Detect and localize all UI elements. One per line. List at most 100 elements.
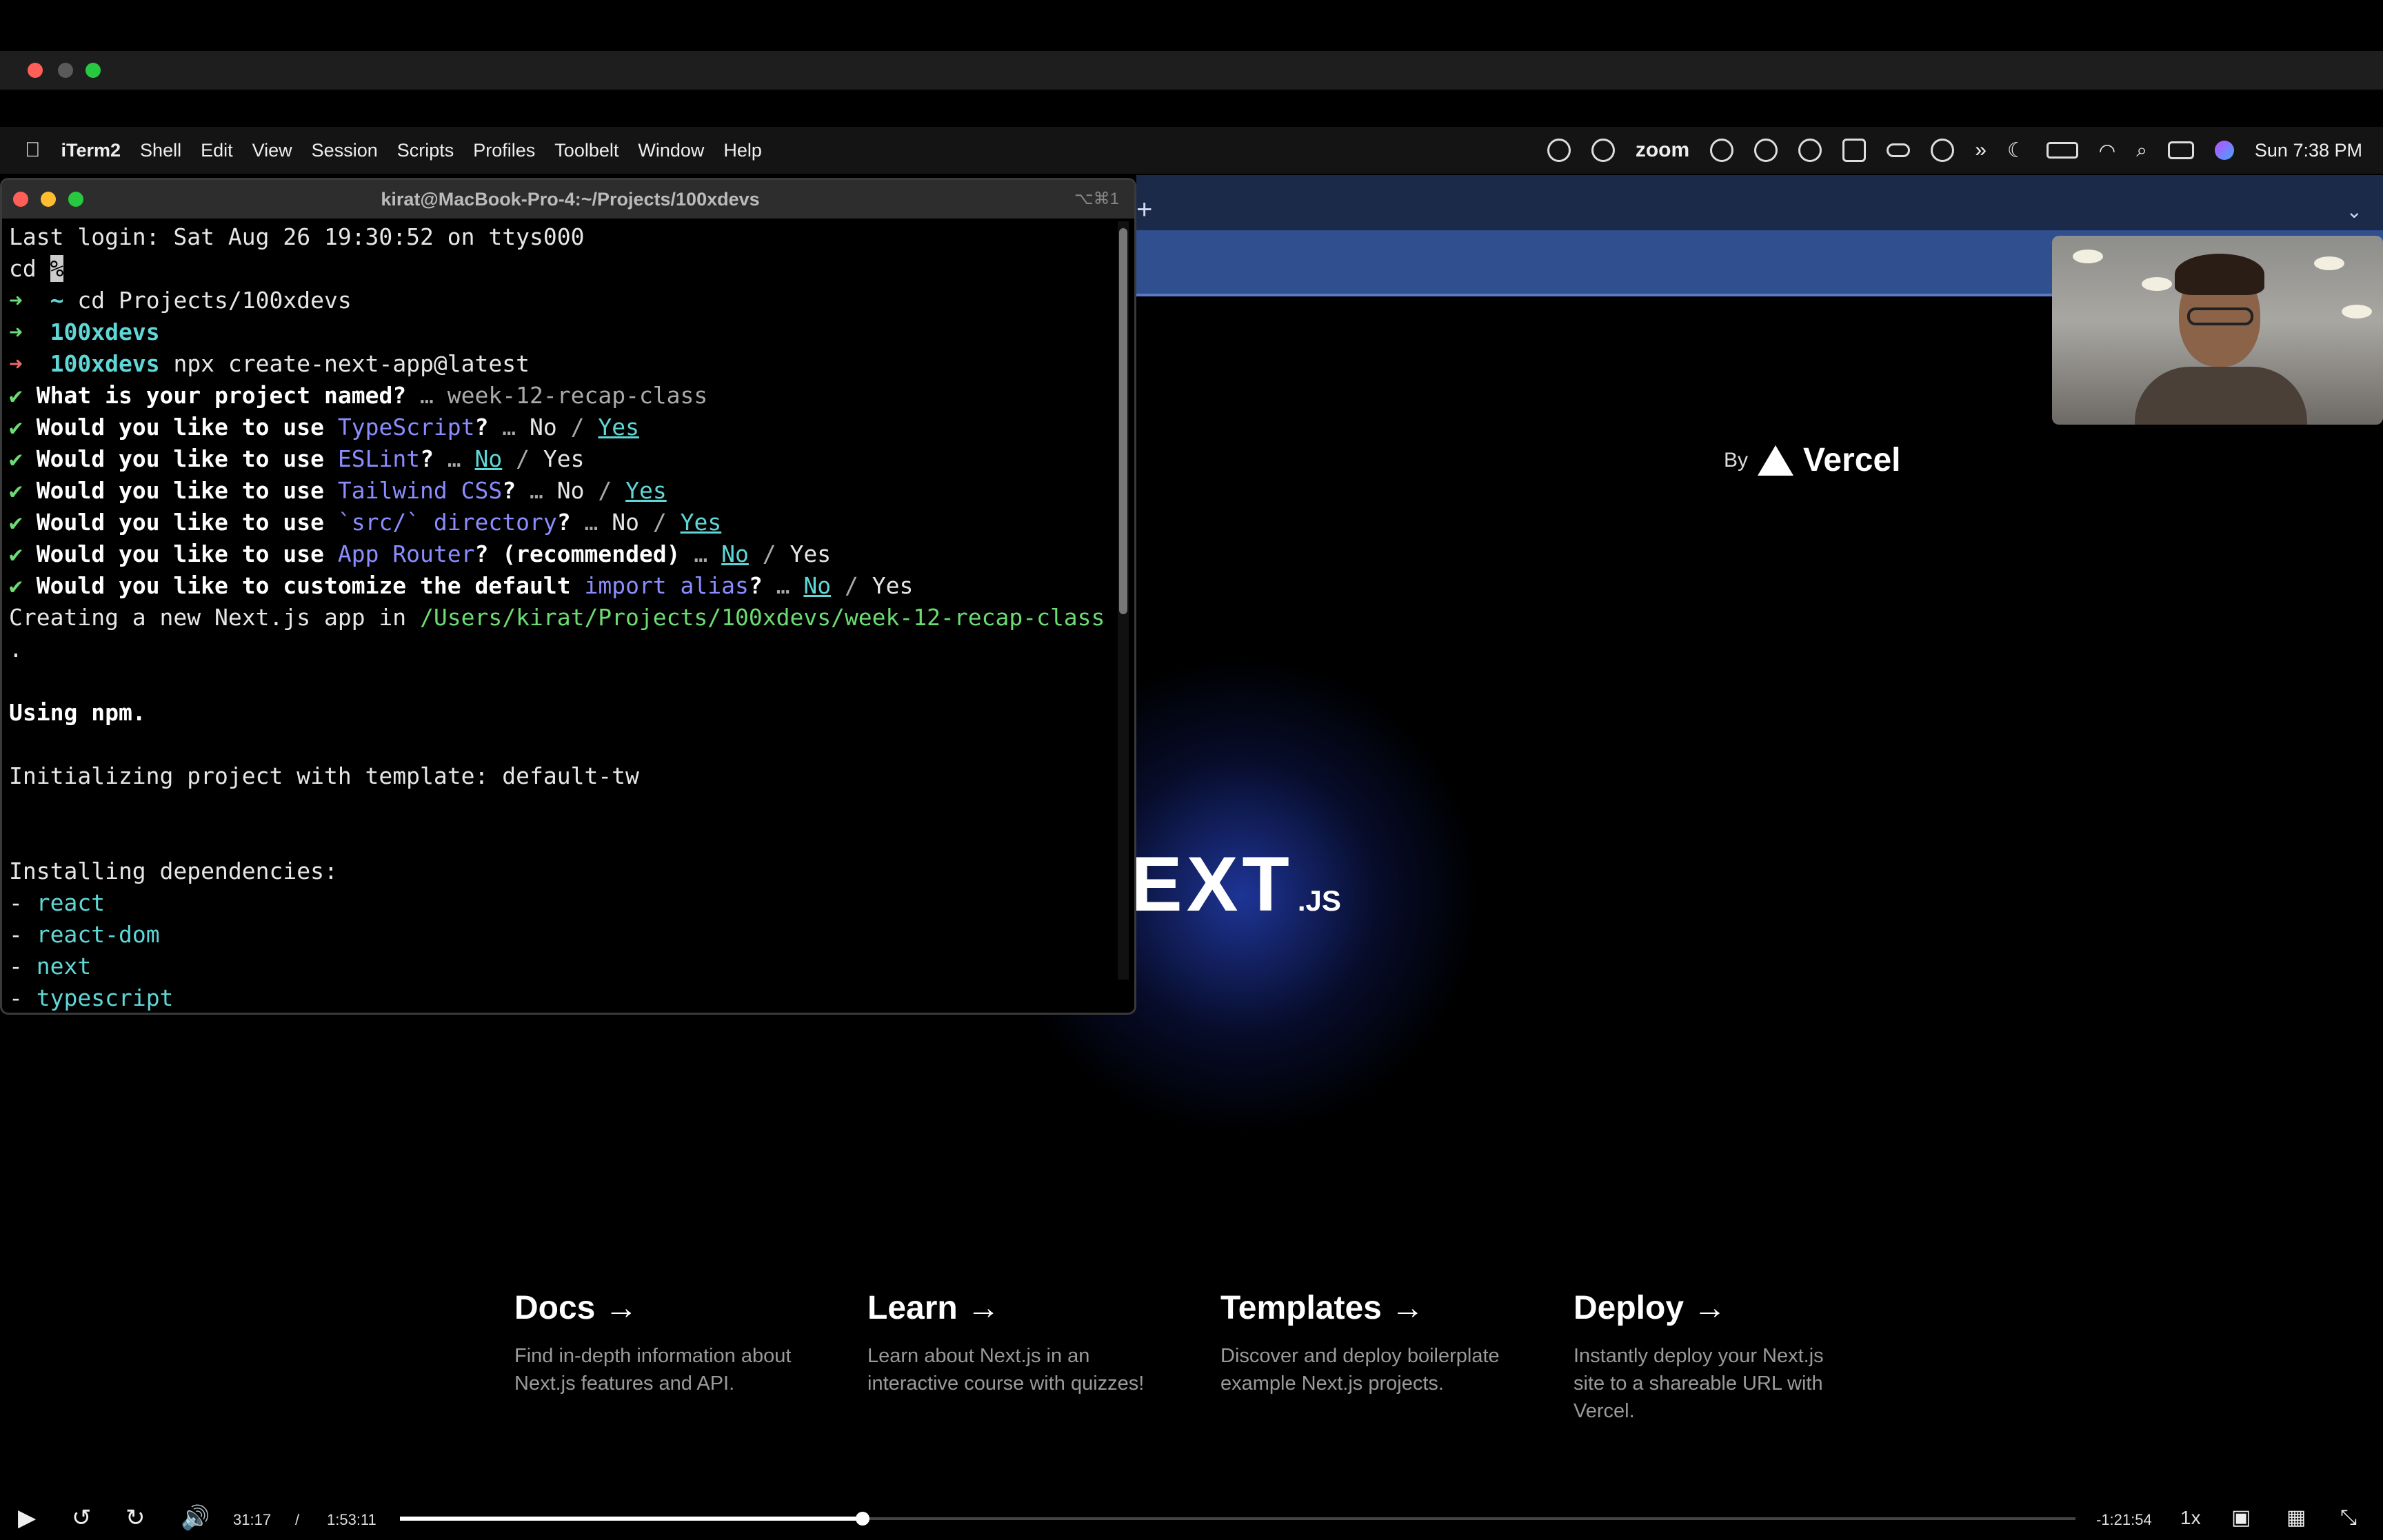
rewind-icon[interactable]: ↺ [72, 1506, 92, 1530]
zoom-status-label[interactable]: zoom [1636, 139, 1689, 162]
terminal-line: . [9, 636, 23, 662]
macos-menubar:  iTerm2 Shell Edit View Session Scripts… [0, 127, 2383, 174]
terminal-line: ✔ Would you like to use Tailwind CSS? … … [9, 477, 667, 504]
menu-view[interactable]: View [252, 140, 292, 161]
terminal-line: - next [9, 953, 92, 980]
menu-edit[interactable]: Edit [201, 140, 233, 161]
card-learn[interactable]: Learn → Learn about Next.js in an intera… [867, 1289, 1164, 1397]
vercel-label: Vercel [1803, 442, 1901, 478]
grid-icon[interactable] [1842, 139, 1867, 162]
terminal-line: ➜ 100xdevs npx create-next-app@latest [9, 350, 530, 377]
menu-shell[interactable]: Shell [140, 140, 181, 161]
vercel-logo-icon [1758, 445, 1794, 476]
terminal-line: ✔ Would you like to customize the defaul… [9, 572, 914, 599]
card-description: Learn about Next.js in an interactive co… [867, 1345, 1145, 1395]
new-tab-button[interactable]: + [1136, 194, 1152, 225]
terminal-line: ✔ Would you like to use ESLint? … No / Y… [9, 445, 585, 472]
by-label: By [1724, 448, 1749, 472]
terminal-cursor: % [50, 255, 64, 282]
by-vercel-link[interactable]: By Vercel [1724, 441, 1900, 479]
screen-record-icon[interactable] [1547, 139, 1571, 162]
playback-speed[interactable]: 1x [2180, 1507, 2201, 1529]
card-templates[interactable]: Templates → Discover and deploy boilerpl… [1220, 1289, 1517, 1397]
terminal-line: - typescript [9, 984, 174, 1011]
iterm-shortcut: ⌥⌘1 [1074, 190, 1119, 208]
terminal-line: ➜ 100xdevs [9, 318, 160, 345]
menubar-clock[interactable]: Sun 7:38 PM [2255, 140, 2362, 161]
remaining-time: -1:21:54 [2096, 1511, 2152, 1528]
terminal-output[interactable]: Last login: Sat Aug 26 19:30:52 on ttys0… [9, 221, 1112, 1013]
terminal-line: Creating a new Next.js app in /Users/kir… [9, 604, 1105, 631]
hd-quality-icon[interactable]: ▦ [2286, 1506, 2306, 1530]
picture-in-picture-icon[interactable]: ▣ [2231, 1506, 2251, 1530]
time-separator: / [295, 1511, 300, 1528]
card-title: Docs → [514, 1290, 638, 1326]
apple-menu-icon[interactable]:  [25, 139, 41, 162]
menu-scripts[interactable]: Scripts [397, 140, 454, 161]
terminal-line: - react-dom [9, 921, 160, 948]
app-badge-icon[interactable] [1798, 139, 1822, 162]
terminal-line: ➜ ~ cd Projects/100xdevs [9, 287, 352, 314]
card-docs[interactable]: Docs → Find in-depth information about N… [514, 1289, 811, 1397]
control-center-icon[interactable] [2167, 141, 2194, 159]
target-icon[interactable] [1754, 139, 1778, 162]
volume-icon[interactable]: 🔊 [181, 1506, 210, 1530]
card-description: Find in-depth information about Next.js … [514, 1345, 792, 1395]
pill-icon[interactable] [1887, 143, 1911, 157]
terminal-line: ✔ Would you like to use TypeScript? … No… [9, 414, 639, 440]
card-description: Instantly deploy your Next.js site to a … [1573, 1345, 1824, 1422]
sync-icon[interactable] [1931, 139, 1955, 162]
current-time: 31:17 [233, 1511, 272, 1528]
card-description: Discover and deploy boilerplate example … [1220, 1345, 1500, 1395]
terminal-line: ✔ What is your project named? … week-12-… [9, 382, 708, 409]
forward-icon[interactable]: ↻ [125, 1506, 145, 1530]
fullscreen-exit-icon[interactable]: ⤡ [2340, 1506, 2357, 1530]
terminal-line: Initializing project with template: defa… [9, 762, 639, 789]
menu-help[interactable]: Help [723, 140, 762, 161]
terminal-line: ✔ Would you like to use `src/` directory… [9, 509, 722, 536]
terminal-line: Using npm. [9, 699, 146, 726]
accessibility-icon[interactable] [1591, 139, 1615, 162]
battery-icon[interactable] [2046, 142, 2078, 159]
card-title: Deploy → [1573, 1290, 1727, 1326]
webcam-overlay [2052, 236, 2383, 425]
arrows-icon[interactable]: » [1975, 139, 1987, 162]
menu-session[interactable]: Session [312, 140, 378, 161]
play-icon[interactable]: ▶ [18, 1506, 36, 1530]
menu-toolbelt[interactable]: Toolbelt [554, 140, 619, 161]
nextjs-logo-suffix: .JS [1297, 884, 1341, 917]
wifi-icon[interactable]: ◠ [2099, 139, 2115, 162]
iterm-window[interactable]: kirat@MacBook-Pro-4:~/Projects/100xdevs … [0, 178, 1136, 1015]
terminal-line: - react [9, 889, 105, 916]
menubar-status-area: zoom » ☾ ◠ ⌕ Sun 7:38 PM [1547, 127, 2362, 174]
chevron-down-icon[interactable]: ⌄ [2346, 200, 2362, 223]
terminal-line: Installing dependencies: [9, 858, 338, 884]
outer-minimize-button[interactable] [58, 63, 73, 78]
iterm-window-title: kirat@MacBook-Pro-4:~/Projects/100xdevs [381, 189, 760, 210]
terminal-scroll-thumb[interactable] [1119, 228, 1127, 614]
terminal-line: Last login: Sat Aug 26 19:30:52 on ttys0… [9, 223, 585, 250]
terminal-line: ✔ Would you like to use App Router? (rec… [9, 540, 832, 567]
progress-played [400, 1517, 863, 1521]
outer-zoom-button[interactable] [86, 63, 101, 78]
duration: 1:53:11 [327, 1511, 376, 1528]
card-title: Learn → [867, 1290, 1001, 1326]
outer-window-titlebar [0, 51, 2383, 90]
siri-icon[interactable] [2214, 141, 2234, 160]
card-title: Templates → [1220, 1290, 1425, 1326]
moon-icon[interactable]: ☾ [2007, 139, 2026, 163]
terminal-line: cd % [9, 255, 64, 282]
card-deploy[interactable]: Deploy → Instantly deploy your Next.js s… [1573, 1289, 1849, 1425]
menu-app-iterm2[interactable]: iTerm2 [61, 140, 121, 161]
progress-knob[interactable] [855, 1512, 869, 1526]
menu-window[interactable]: Window [638, 140, 704, 161]
search-icon[interactable]: ⌕ [2136, 139, 2147, 162]
nextjs-logo-text: EXT [1131, 841, 1294, 927]
outer-close-button[interactable] [28, 63, 43, 78]
cloud-icon[interactable] [1710, 139, 1734, 162]
menu-profiles[interactable]: Profiles [473, 140, 535, 161]
